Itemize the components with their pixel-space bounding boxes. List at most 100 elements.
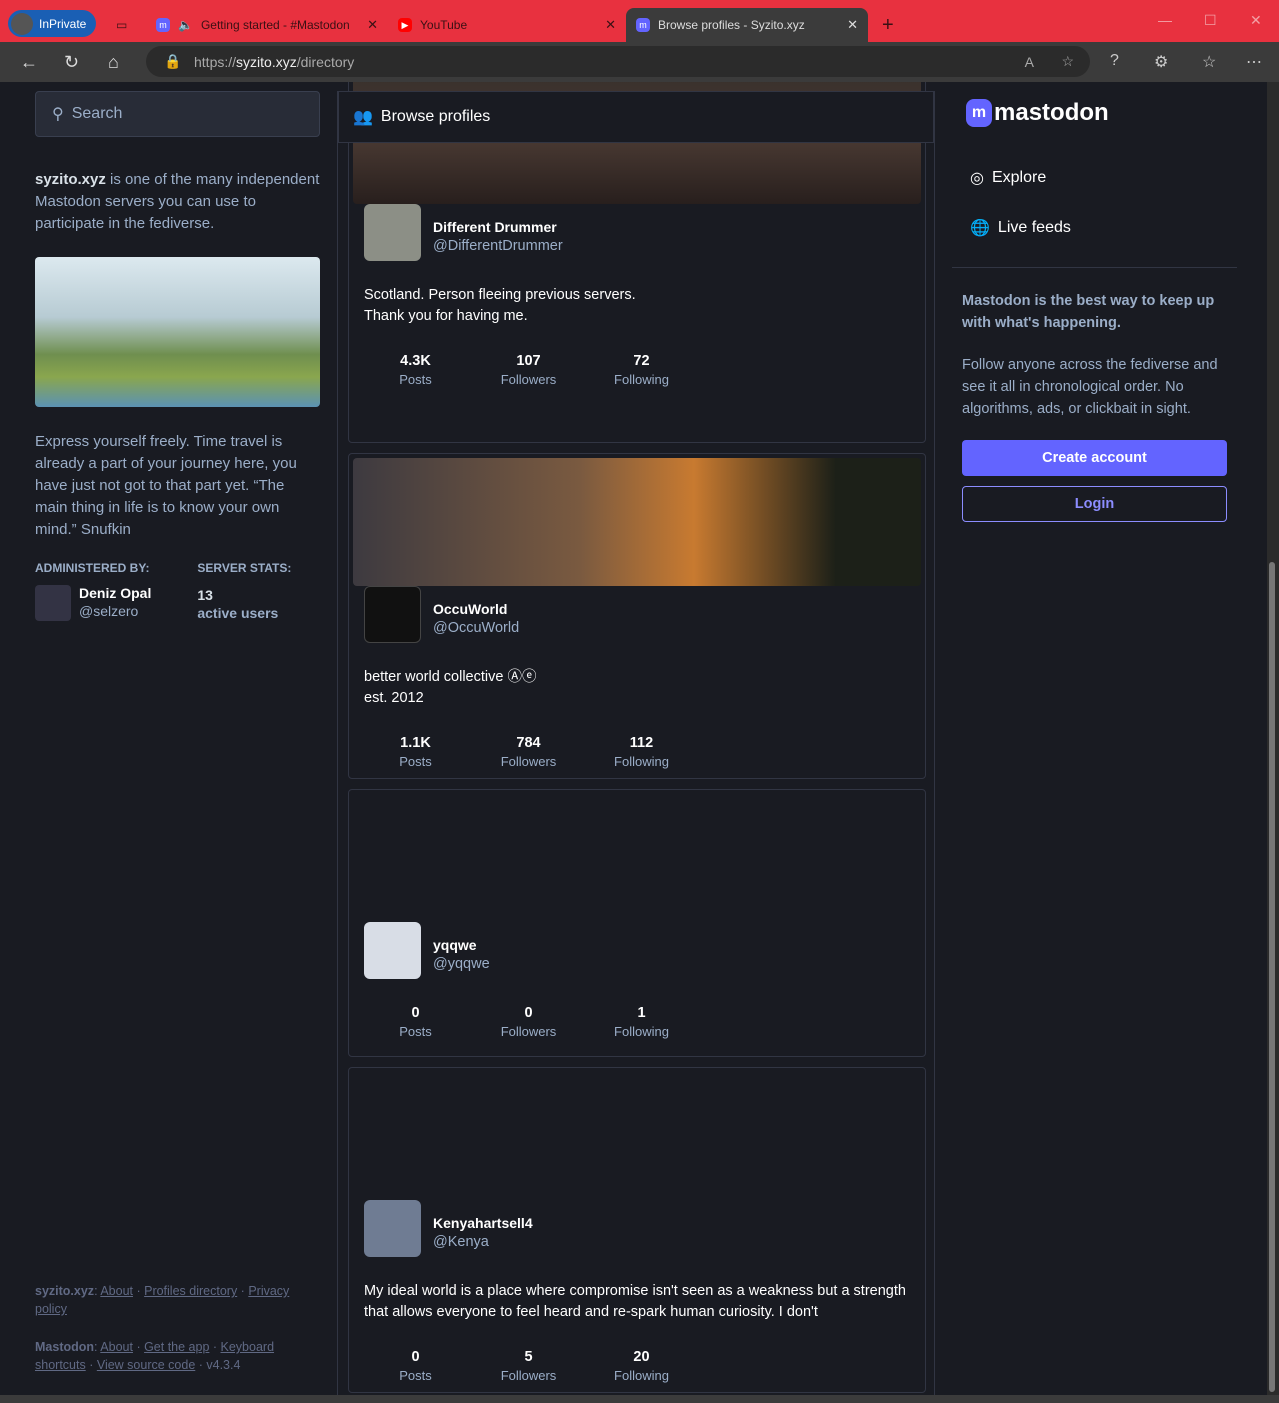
home-icon[interactable]: ⌂ [108,52,119,73]
posts-count: 0 [411,1005,420,1021]
server-name: syzito.xyz [35,171,106,188]
handle: @Kenya [433,1234,489,1250]
source-link[interactable]: View source code [97,1358,195,1372]
maximize-button[interactable]: ☐ [1204,12,1217,29]
help-icon[interactable]: ? [1110,52,1119,70]
close-icon[interactable]: ✕ [847,17,858,33]
bio: Scotland. Person fleeing previous server… [364,287,636,324]
globe-icon: 🌐 [970,220,990,237]
admin-name: Deniz Opal [79,585,152,601]
admin-label: ADMINISTERED BY: [35,561,150,575]
version: v4.3.4 [206,1358,241,1372]
nav-explore[interactable]: ◎ Explore [970,153,1237,203]
footer-mastodon: Mastodon [35,1340,95,1354]
login-button[interactable]: Login [962,486,1227,522]
get-app-link[interactable]: Get the app [144,1340,209,1354]
followers-label: Followers [500,754,557,769]
server-description: Express yourself freely. Time travel is … [35,433,297,538]
page: ⚲ Search syzito.xyz is one of the many in… [8,82,1267,1395]
extensions-icon[interactable]: ⚙ [1154,52,1168,72]
display-name: OccuWorld [433,601,508,617]
inprivate-badge[interactable]: InPrivate [8,10,96,37]
handle: @yqqwe [433,956,490,972]
avatar [35,585,71,621]
about-link[interactable]: About [100,1284,133,1298]
search-placeholder: Search [71,105,123,122]
stats-label: SERVER STATS: [197,561,292,575]
youtube-icon: ▶ [398,18,412,32]
followers-count: 5 [524,1349,533,1365]
profile-card[interactable]: Kenyahartsell4 @Kenya My ideal world is a… [348,1067,926,1393]
close-icon[interactable]: ✕ [367,17,378,33]
close-icon[interactable]: ✕ [605,17,616,33]
followers-label: Followers [500,372,557,387]
profiles-directory-link[interactable]: Profiles directory [144,1284,237,1298]
tab-youtube[interactable]: ▶ YouTube ✕ [388,8,626,42]
profile-banner [353,794,921,922]
refresh-icon[interactable]: ↻ [64,52,79,73]
tab-title: Browse profiles - Syzito.xyz [658,18,805,32]
tab-browse-profiles[interactable]: m Browse profiles - Syzito.xyz ✕ [626,8,868,42]
admin-account[interactable]: Deniz Opal @selzero [35,585,151,621]
minimize-button[interactable]: — [1158,12,1172,28]
new-tab-button[interactable]: + [872,8,904,42]
mastodon-about-link[interactable]: About [100,1340,133,1354]
profile-card[interactable]: yqqwe @yqqwe 0 Posts 0 Followers 1 Following [348,789,926,1057]
nav-live-feeds[interactable]: 🌐 Live feeds [970,203,1237,253]
back-icon[interactable]: ← [20,52,38,73]
tab-actions-icon[interactable]: ▭ [106,8,137,42]
avatar [364,922,421,979]
server-about: syzito.xyz is one of the many independen… [35,169,320,235]
directory-column: 👥 Browse profiles Different Drummer @Diffe… [337,82,935,1395]
avatar [364,1200,421,1257]
scrollbar[interactable] [1267,82,1279,1395]
posts-label: Posts [399,754,432,769]
signup-description: Follow anyone across the fediverse and s… [962,357,1218,417]
mastodon-icon: m [966,99,992,127]
mastodon-logo[interactable]: m mastodon [966,99,1237,127]
following-count: 72 [633,353,650,369]
left-sidebar: ⚲ Search syzito.xyz is one of the many in… [35,91,320,621]
active-users-count: 13 [197,587,213,603]
address-bar-row: ← ↻ ⌂ 🔒 https://syzito.xyz/directory A ☆ ? … [0,42,1279,82]
profile-banner [353,1072,921,1200]
tab-getting-started[interactable]: m 🔈 Getting started - #Mastodon ✕ [146,8,388,42]
close-window-button[interactable]: ✕ [1250,12,1262,29]
nav-label: Live feeds [997,219,1071,236]
people-icon: 👥 [353,109,373,126]
url-prefix: https:// [194,53,237,70]
column-header: 👥 Browse profiles [338,91,934,143]
profile-card[interactable]: OccuWorld @OccuWorld better world collect… [348,453,926,779]
read-aloud-icon[interactable]: A [1025,54,1034,70]
speaker-icon: 🔈 [178,18,193,32]
following-label: Following [614,1368,669,1383]
following-count: 1 [637,1005,646,1021]
create-account-button[interactable]: Create account [962,440,1227,476]
profile-banner [353,458,921,586]
lock-icon: 🔒 [164,53,182,69]
handle: @DifferentDrummer [433,238,563,254]
followers-count: 784 [516,735,541,751]
inprivate-label: InPrivate [39,16,87,31]
search-input[interactable]: ⚲ Search [35,91,320,137]
display-name: Different Drummer [433,219,557,235]
following-count: 20 [633,1349,650,1365]
bio: My ideal world is a place where compromi… [364,1283,906,1320]
scrollbar-thumb[interactable] [1269,562,1275,1392]
admin-handle: @selzero [79,603,139,619]
posts-count: 1.1K [400,735,431,751]
followers-count: 107 [516,353,541,369]
posts-label: Posts [399,1368,432,1383]
window-bottom [0,1395,1279,1403]
more-icon[interactable]: ⋯ [1246,52,1262,72]
tab-title: YouTube [420,18,468,32]
url-input[interactable]: 🔒 https://syzito.xyz/directory A ☆ [146,46,1090,77]
logo-text: mastodon [994,99,1109,126]
url-path: /directory [296,53,355,70]
avatar [364,586,421,643]
avatar [364,204,421,261]
favorites-icon[interactable]: ☆ [1202,52,1216,72]
following-count: 112 [629,735,654,751]
favorite-star-icon[interactable]: ☆ [1061,53,1074,70]
posts-count: 0 [411,1349,420,1365]
